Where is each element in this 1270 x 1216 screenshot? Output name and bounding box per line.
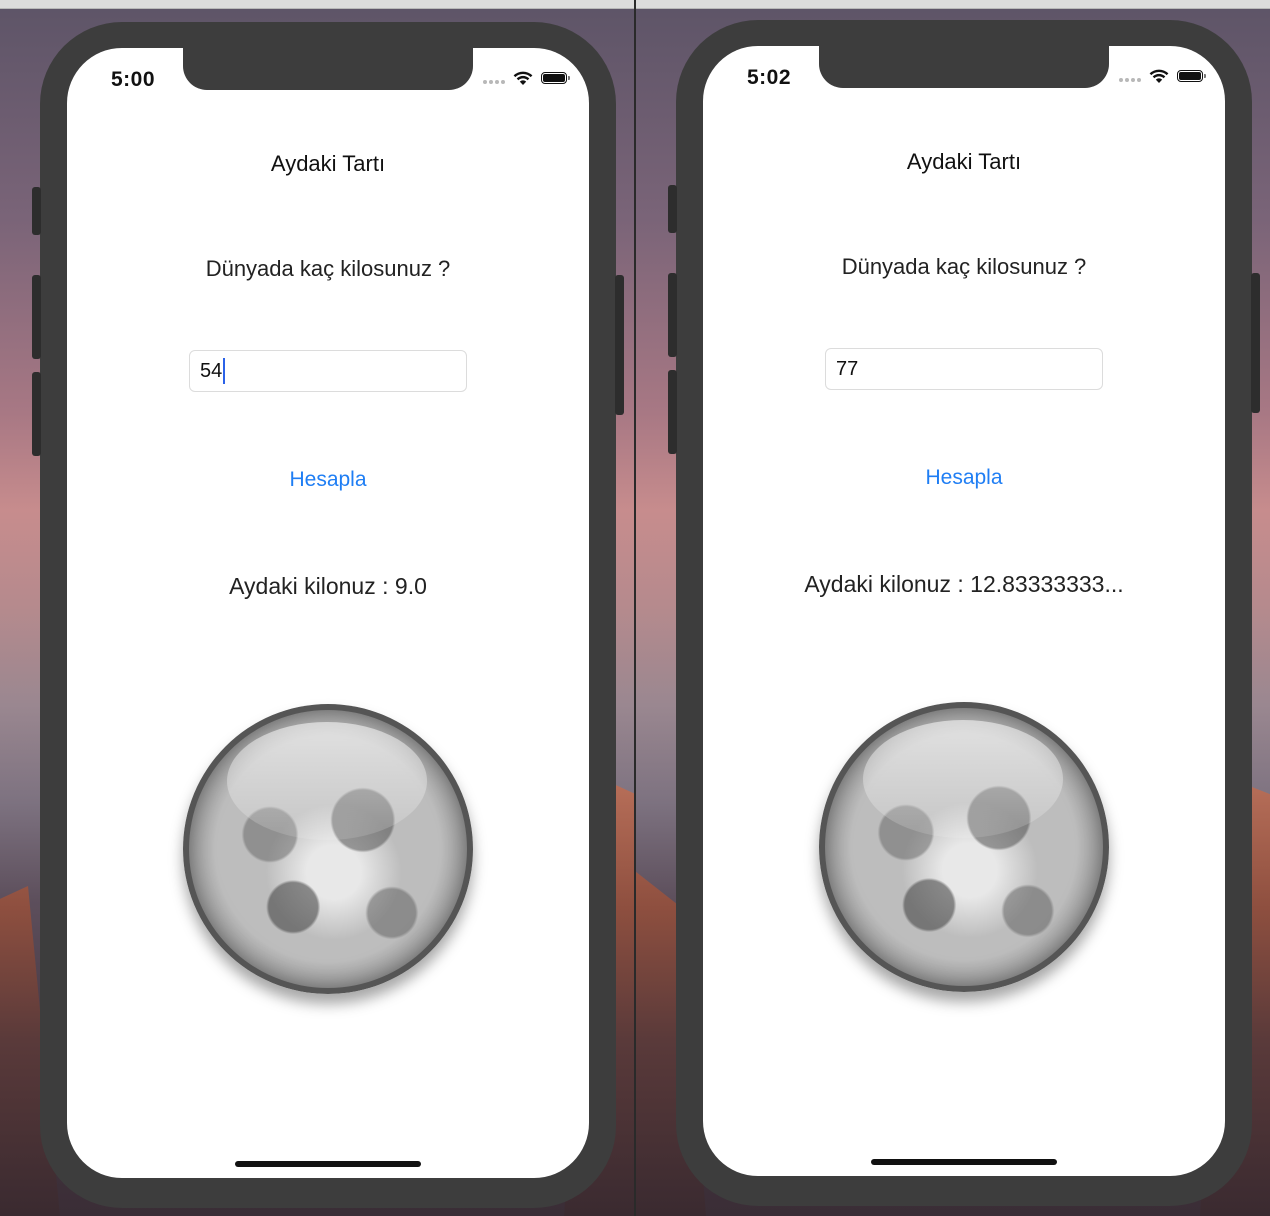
volume-up-button[interactable] [668, 273, 677, 357]
cellular-signal-icon [483, 72, 505, 84]
status-bar-time: 5:02 [747, 66, 792, 89]
notch [183, 48, 473, 90]
battery-icon [1177, 70, 1206, 82]
moon-image [183, 704, 473, 994]
app-title: Aydaki Tartı [270, 151, 386, 176]
iphone-frame-2: 5:02 Aydaki Tartı Dünyada kaç kilosunuz … [668, 20, 1260, 1206]
calculate-button[interactable]: Hesapla [703, 466, 1225, 490]
calculate-button[interactable]: Hesapla [67, 468, 589, 492]
silent-switch[interactable] [32, 187, 41, 235]
earth-weight-input[interactable]: 77 [825, 348, 1103, 390]
phone-screen: 5:02 Aydaki Tartı Dünyada kaç kilosunuz … [703, 46, 1225, 1176]
moon-weight-result: Aydaki kilonuz : 12.83333333... [804, 571, 1124, 597]
volume-down-button[interactable] [668, 370, 677, 454]
weight-question-label: Dünyada kaç kilosunuz ? [841, 254, 1087, 279]
weight-question-label: Dünyada kaç kilosunuz ? [205, 256, 451, 281]
earth-weight-input-value: 54 [200, 359, 223, 382]
iphone-frame-1: 5:00 Aydaki Tartı Dünyada kaç kilosunuz … [32, 22, 624, 1208]
moon-image [819, 702, 1109, 992]
home-indicator[interactable] [235, 1161, 421, 1167]
home-indicator[interactable] [871, 1159, 1057, 1165]
text-cursor [223, 358, 226, 384]
cellular-signal-icon [1119, 70, 1141, 82]
status-bar-time: 5:00 [111, 68, 156, 91]
app-title: Aydaki Tartı [906, 149, 1022, 174]
status-bar-icons [483, 70, 570, 86]
wifi-icon [513, 71, 533, 85]
moon-weight-result: Aydaki kilonuz : 9.0 [229, 573, 427, 599]
phone-screen: 5:00 Aydaki Tartı Dünyada kaç kilosunuz … [67, 48, 589, 1178]
power-button[interactable] [1251, 273, 1260, 413]
status-bar-icons [1119, 68, 1206, 84]
simulator-title-bar [636, 0, 1270, 9]
notch [819, 46, 1109, 88]
volume-down-button[interactable] [32, 372, 41, 456]
volume-up-button[interactable] [32, 275, 41, 359]
simulator-title-bar [0, 0, 634, 9]
power-button[interactable] [615, 275, 624, 415]
battery-icon [541, 72, 570, 84]
wifi-icon [1149, 69, 1169, 83]
silent-switch[interactable] [668, 185, 677, 233]
earth-weight-input[interactable]: 54 [189, 350, 467, 392]
earth-weight-input-value: 77 [836, 357, 859, 380]
